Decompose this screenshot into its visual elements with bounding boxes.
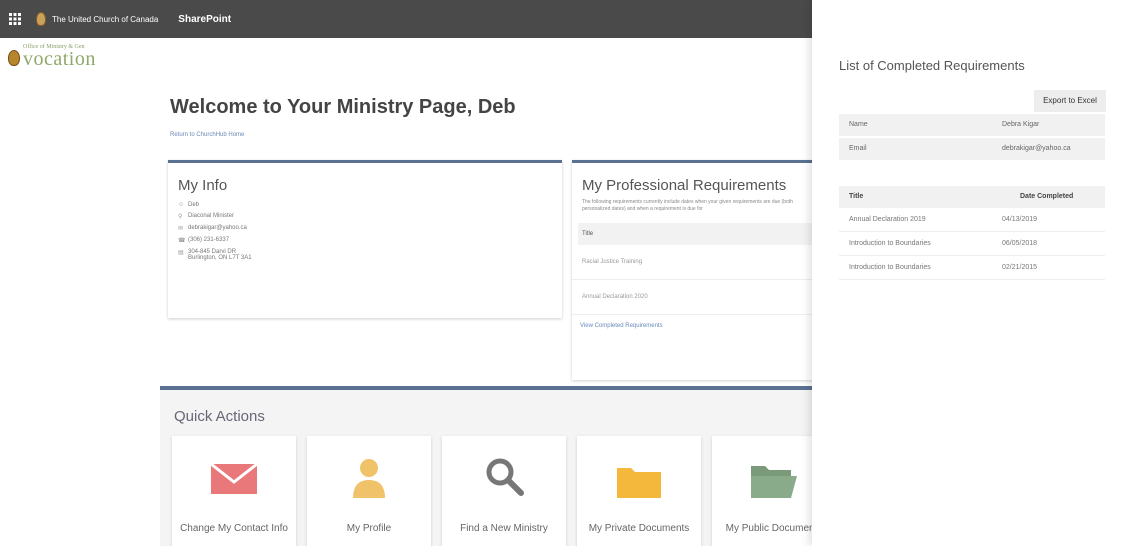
info-phone-row: ☎ (306) 231-6337 — [178, 237, 562, 244]
info-role: Diaconal Minister — [188, 213, 235, 219]
tile-label: My Private Documents — [588, 523, 690, 534]
app-launcher-icon[interactable] — [0, 0, 30, 38]
table-row: Annual Declaration 2019 04/13/2019 — [839, 208, 1105, 232]
tile-label: Find a New Ministry — [460, 523, 548, 534]
role-icon: ⚲ — [178, 214, 183, 220]
org-name[interactable]: The United Church of Canada — [52, 15, 158, 24]
email-label: Email — [849, 145, 867, 152]
mail-icon: ✉ — [178, 226, 184, 232]
requirements-header: Title — [578, 223, 812, 245]
info-role-row: ⚲ Diaconal Minister — [178, 213, 562, 220]
tile-my-profile[interactable]: My Profile — [307, 436, 431, 546]
info-email[interactable]: debrakigar@yahoo.ca — [188, 225, 247, 231]
person-icon: ☺ — [178, 202, 185, 208]
search-icon — [486, 458, 524, 496]
info-name-row: ☺ Deb — [178, 202, 562, 208]
requirements-description: The following requirements currently inc… — [582, 199, 793, 212]
info-name: Deb — [188, 202, 200, 208]
email-row: Email debrakigar@yahoo.ca — [839, 138, 1105, 160]
my-info-card: My Info ☺ Deb ⚲ Diaconal Minister ✉ debr… — [168, 160, 562, 318]
suite-bar: The United Church of Canada SharePoint — [0, 0, 812, 38]
main-content: Welcome to Your Ministry Page, Deb Retur… — [160, 88, 812, 546]
row-date: 02/21/2015 — [1002, 264, 1038, 271]
quick-actions-section: Quick Actions Change My Contact Info My … — [160, 386, 812, 546]
vocation-logo[interactable]: Office of Ministry & Gen vocation — [8, 44, 96, 70]
email-value: debrakigar@yahoo.ca — [1002, 145, 1071, 152]
requirement-row: Racial Justice Training — [572, 245, 812, 280]
table-row: Introduction to Boundaries 02/21/2015 — [839, 256, 1105, 280]
row-title: Introduction to Boundaries — [849, 240, 931, 247]
name-row: Name Debra Kigar — [839, 114, 1105, 136]
envelope-icon — [211, 464, 257, 494]
phone-icon: ☎ — [178, 238, 186, 244]
panel-title: List of Completed Requirements — [839, 58, 1025, 73]
table-row: Introduction to Boundaries 06/05/2018 — [839, 232, 1105, 256]
col-date-completed: Date Completed — [1020, 193, 1074, 200]
info-phone: (306) 231-6337 — [188, 237, 230, 243]
row-title: Introduction to Boundaries — [849, 264, 931, 271]
sharepoint-title[interactable]: SharePoint — [178, 14, 231, 25]
seal-icon — [8, 50, 20, 66]
open-folder-icon — [751, 466, 797, 498]
tile-change-contact[interactable]: Change My Contact Info — [172, 436, 296, 546]
col-title: Title — [849, 193, 864, 200]
requirements-title: My Professional Requirements — [582, 177, 787, 194]
address-icon: ▤ — [178, 250, 184, 256]
church-logo-icon — [36, 12, 46, 26]
person-icon — [353, 459, 385, 498]
tile-private-docs[interactable]: My Private Documents — [577, 436, 701, 546]
tile-find-ministry[interactable]: Find a New Ministry — [442, 436, 566, 546]
row-date: 04/13/2019 — [1002, 216, 1038, 223]
tile-label: My Profile — [346, 523, 392, 534]
tile-label: My Public Documents — [725, 523, 812, 534]
professional-requirements-card: My Professional Requirements The followi… — [572, 160, 812, 380]
info-address-line2: Burlington, ON L7T 3A1 — [188, 255, 252, 261]
tile-label: Change My Contact Info — [180, 523, 288, 534]
my-info-title: My Info — [178, 177, 228, 194]
requirement-row: Annual Declaration 2020 — [572, 280, 812, 315]
row-title: Annual Declaration 2019 — [849, 216, 926, 223]
name-label: Name — [849, 121, 868, 128]
completed-table-header: Title Date Completed — [839, 186, 1105, 208]
quick-actions-title: Quick Actions — [174, 408, 265, 425]
row-date: 06/05/2018 — [1002, 240, 1038, 247]
info-email-row: ✉ debrakigar@yahoo.ca — [178, 225, 562, 232]
info-address-row: ▤ 304-845 Darvi DR Burlington, ON L7T 3A… — [178, 249, 562, 261]
export-to-excel-button[interactable]: Export to Excel — [1034, 90, 1106, 112]
name-value: Debra Kigar — [1002, 121, 1040, 128]
folder-icon — [617, 468, 661, 498]
completed-requirements-panel: List of Completed Requirements Export to… — [812, 0, 1121, 546]
return-link[interactable]: Return to ChurchHub Home — [170, 132, 244, 138]
logo-big-text: vocation — [23, 48, 96, 70]
page-title: Welcome to Your Ministry Page, Deb — [170, 96, 516, 118]
tile-public-docs[interactable]: My Public Documents — [712, 436, 812, 546]
view-completed-link[interactable]: View Completed Requirements — [572, 315, 812, 337]
